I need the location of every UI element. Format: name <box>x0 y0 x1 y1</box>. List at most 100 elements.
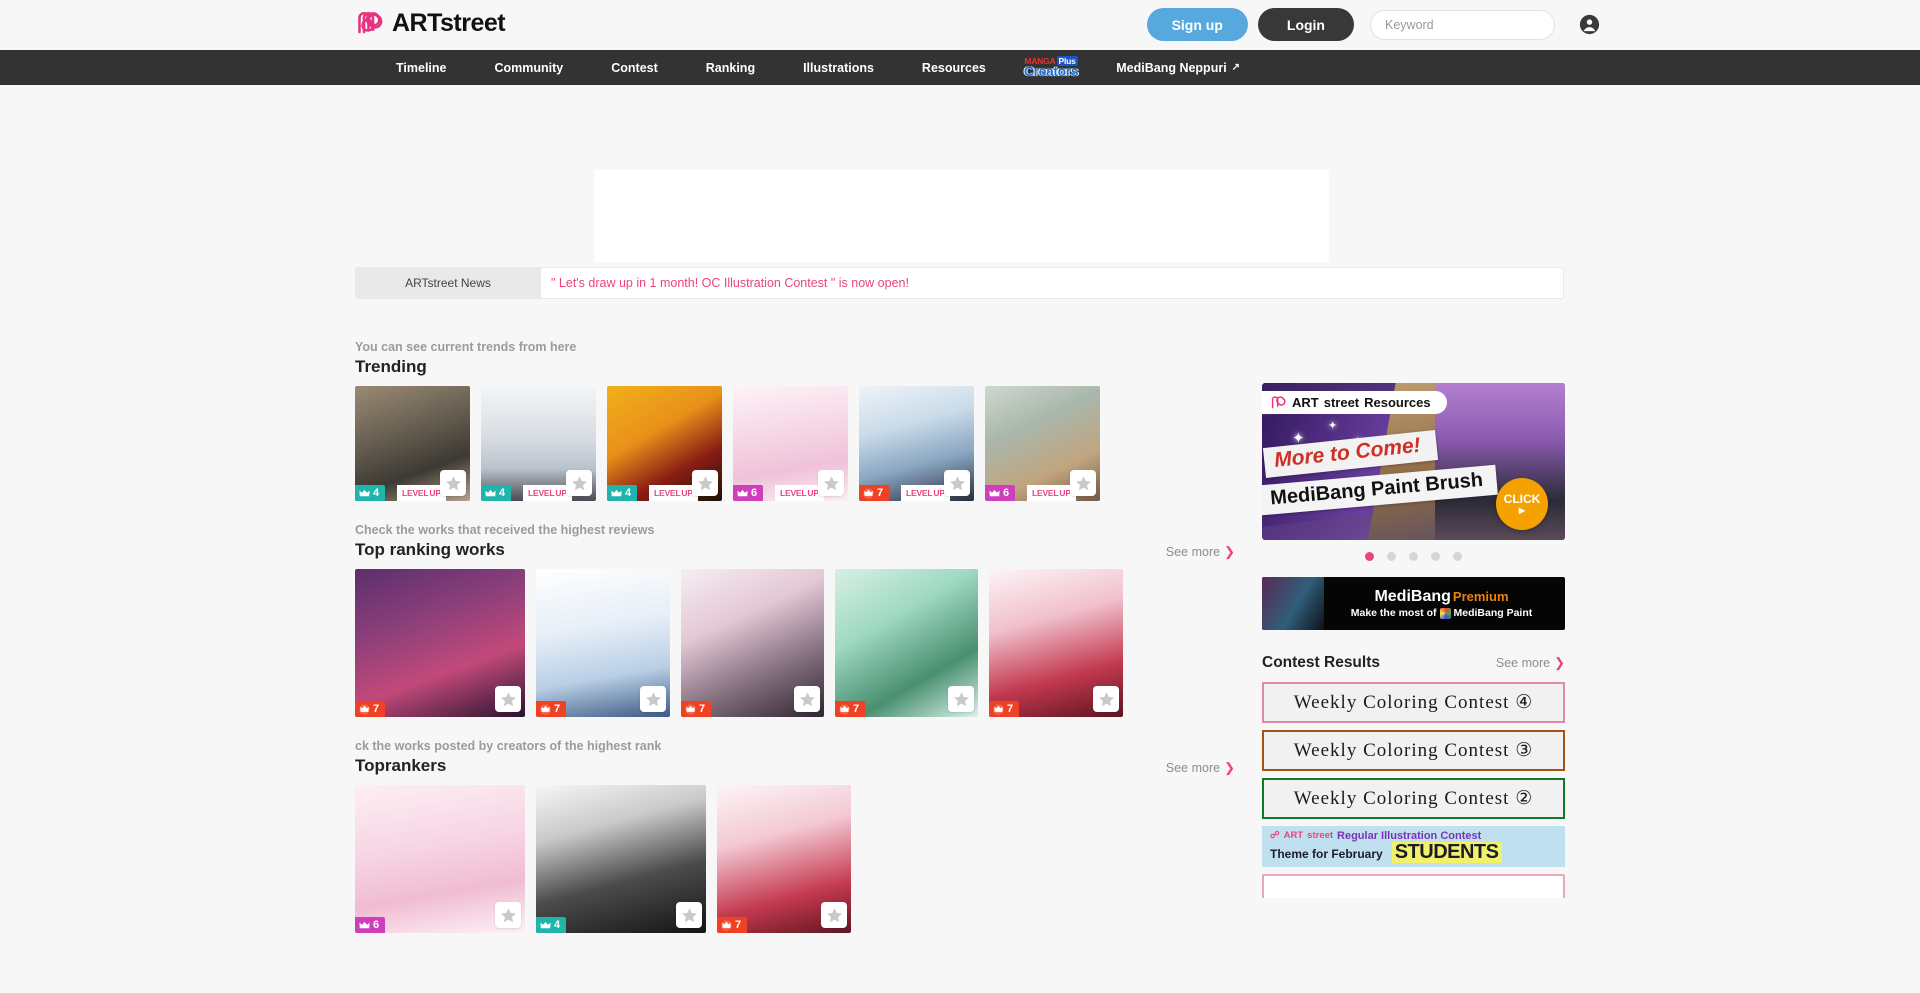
rank-badge-value: 7 <box>735 919 742 931</box>
carousel-dot[interactable] <box>1387 552 1396 561</box>
artwork-card[interactable]: 4 LEVEL UP <box>355 386 470 501</box>
artwork-card[interactable]: 6 LEVEL UP <box>733 386 848 501</box>
rank-badge: 7 <box>355 701 386 717</box>
artwork-card[interactable]: 6 LEVEL UP <box>985 386 1100 501</box>
site-header: ARTstreet Sign up Login <box>0 0 1920 50</box>
news-headline-link[interactable]: " Let's draw up in 1 month! OC Illustrat… <box>551 276 909 290</box>
level-up-part1: LEVEL <box>528 488 555 498</box>
favorite-star-button[interactable] <box>676 902 702 928</box>
favorite-star-button[interactable] <box>948 686 974 712</box>
nav-item-resources[interactable]: Resources <box>898 50 1010 85</box>
students-theme-label: Theme for February <box>1270 847 1383 862</box>
artwork-card[interactable]: 7 <box>355 569 525 717</box>
rank-badge: 4 <box>607 485 638 501</box>
artwork-card[interactable]: 6 <box>355 785 525 933</box>
nav-item-illustrations[interactable]: Illustrations <box>779 50 898 85</box>
rank-badge: 6 <box>985 485 1016 501</box>
news-body: " Let's draw up in 1 month! OC Illustrat… <box>541 268 1563 298</box>
students-as-bold: ART <box>1283 829 1304 841</box>
artwork-card[interactable]: 7 <box>536 569 670 717</box>
carousel-dot[interactable] <box>1431 552 1440 561</box>
rank-badge: 4 <box>355 485 386 501</box>
favorite-star-button[interactable] <box>440 470 466 496</box>
favorite-star-button[interactable] <box>1070 470 1096 496</box>
premium-banner-art <box>1262 577 1324 630</box>
search-box[interactable] <box>1370 9 1555 40</box>
toprankers-see-more[interactable]: See more ❯ <box>1166 760 1235 776</box>
artwork-card[interactable]: 4 <box>536 785 706 933</box>
students-contest-banner[interactable]: ☍ ART street Regular Illustration Contest… <box>1262 826 1565 867</box>
nav-item-manga-plus-creators[interactable]: MANGA Plus Creators <box>1010 50 1092 85</box>
students-banner-bottom: Theme for February STUDENTS <box>1270 842 1565 864</box>
section-toprankers: ck the works posted by creators of the h… <box>355 739 1235 933</box>
artwork-card[interactable]: 7 <box>835 569 978 717</box>
artwork-card[interactable]: 7 LEVEL UP <box>859 386 974 501</box>
trending-title: Trending <box>355 357 427 376</box>
topranking-header: Top ranking works See more ❯ <box>355 540 1235 560</box>
artstreet-paperclip-logo-icon <box>1271 396 1286 409</box>
favorite-star-button[interactable] <box>818 470 844 496</box>
login-button[interactable]: Login <box>1257 8 1354 41</box>
carousel-dot[interactable] <box>1365 552 1374 561</box>
favorite-star-button[interactable] <box>495 902 521 928</box>
students-highlight: STUDENTS <box>1391 842 1502 864</box>
top-advertisement-slot[interactable] <box>594 170 1329 262</box>
banner-click-button[interactable]: CLICK ▶ <box>1496 478 1548 530</box>
favorite-star-button[interactable] <box>640 686 666 712</box>
nav-item-medibang-neppuri[interactable]: MediBang Neppuri ↗︎ <box>1092 50 1264 85</box>
chevron-right-icon: ❯ <box>1224 760 1235 775</box>
rank-badge-value: 7 <box>373 703 380 715</box>
rank-badge-value: 7 <box>699 703 706 715</box>
topranking-see-more[interactable]: See more ❯ <box>1166 544 1235 560</box>
contest-result-item[interactable]: Weekly Coloring Contest ② <box>1262 778 1565 819</box>
level-up-tag: LEVEL UP <box>523 485 572 501</box>
carousel-dot[interactable] <box>1409 552 1418 561</box>
artwork-card[interactable]: 7 <box>717 785 851 933</box>
medibang-premium-banner[interactable]: MediBang Premium Make the most of MediBan… <box>1262 577 1565 630</box>
favorite-star-button[interactable] <box>944 470 970 496</box>
rank-badge: 7 <box>536 701 567 717</box>
chevron-right-icon: ❯ <box>1554 655 1565 670</box>
play-triangle-icon: ▶ <box>1518 505 1526 515</box>
favorite-star-button[interactable] <box>692 470 718 496</box>
toprankers-card-row: 6 4 7 <box>355 785 1235 933</box>
nav-item-contest[interactable]: Contest <box>587 50 682 85</box>
contest-result-item[interactable]: Weekly Coloring Contest ④ <box>1262 682 1565 723</box>
search-input[interactable] <box>1385 17 1546 32</box>
artwork-card[interactable]: 7 <box>989 569 1123 717</box>
contest-result-item[interactable]: Weekly Coloring Contest ③ <box>1262 730 1565 771</box>
account-avatar-icon[interactable] <box>1579 14 1600 35</box>
carousel-dot[interactable] <box>1453 552 1462 561</box>
rank-badge-value: 6 <box>373 919 380 931</box>
resources-banner[interactable]: ✦ ✦ ✦ ✦ ARTstreet Resources More to Come… <box>1262 383 1565 540</box>
artwork-card[interactable]: 4 LEVEL UP <box>481 386 596 501</box>
see-more-label: See more <box>1165 545 1221 559</box>
topranking-card-row: 7 7 7 7 7 <box>355 569 1235 717</box>
premium-brand-line: MediBang Premium <box>1374 588 1508 606</box>
contest-results-next-item-partial[interactable] <box>1262 874 1565 898</box>
premium-product: MediBang Paint <box>1453 607 1533 620</box>
contest-results-see-more[interactable]: See more ❯ <box>1496 655 1565 671</box>
favorite-star-button[interactable] <box>794 686 820 712</box>
artwork-card[interactable]: 4 LEVEL UP <box>607 386 722 501</box>
artwork-card[interactable]: 7 <box>681 569 824 717</box>
favorite-star-button[interactable] <box>821 902 847 928</box>
trending-header: Trending <box>355 357 1235 377</box>
nav-item-community[interactable]: Community <box>470 50 587 85</box>
rank-badge-value: 4 <box>625 487 632 499</box>
click-label: CLICK <box>1503 492 1541 506</box>
nav-item-ranking[interactable]: Ranking <box>682 50 779 85</box>
premium-banner-text: MediBang Premium Make the most of MediBan… <box>1324 588 1565 619</box>
site-logo[interactable]: ARTstreet <box>355 8 506 38</box>
level-up-part1: LEVEL <box>402 488 429 498</box>
signup-button[interactable]: Sign up <box>1146 8 1248 41</box>
favorite-star-button[interactable] <box>566 470 592 496</box>
nav-item-timeline[interactable]: Timeline <box>372 50 470 85</box>
sparkle-icon: ✦ <box>1328 420 1338 432</box>
favorite-star-button[interactable] <box>1093 686 1119 712</box>
rank-badge: 4 <box>536 917 567 933</box>
level-up-tag: LEVEL UP <box>397 485 446 501</box>
artstreet-paperclip-logo-icon <box>358 11 383 34</box>
favorite-star-button[interactable] <box>495 686 521 712</box>
rank-badge-value: 6 <box>1003 487 1010 499</box>
